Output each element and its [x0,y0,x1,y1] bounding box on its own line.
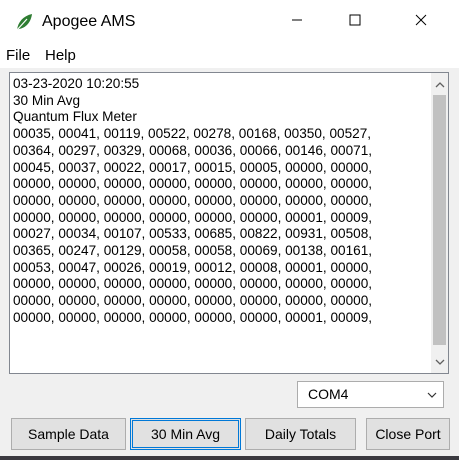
scroll-up-button[interactable] [431,76,448,93]
data-row: 00000, 00000, 00000, 00000, 00000, 00000… [13,276,373,292]
data-row: 00000, 00000, 00000, 00000, 00000, 00000… [13,176,373,192]
data-row: 00000, 00000, 00000, 00000, 00000, 00000… [13,309,373,325]
menu-bar: File Help [0,44,459,68]
app-window: Apogee AMS File Help 03-23-2020 10:20:55… [0,0,459,460]
data-row: 00364, 00297, 00329, 00068, 00036, 00066… [13,142,373,158]
maximize-button[interactable] [326,0,384,44]
chevron-up-icon [435,76,445,94]
chevron-down-icon [435,353,445,371]
maximize-icon [349,13,361,31]
menu-help[interactable]: Help [45,47,76,65]
leaf-icon [14,12,34,32]
data-row: 00000, 00000, 00000, 00000, 00000, 00000… [13,192,373,208]
output-content[interactable]: 03-23-2020 10:20:55 30 Min Avg Quantum F… [13,76,423,327]
background-strip [0,456,459,460]
close-button[interactable] [392,0,450,44]
sensor-line: Quantum Flux Meter [13,109,137,125]
title-bar[interactable]: Apogee AMS [0,0,459,44]
data-row: 00045, 00037, 00022, 00017, 00015, 00005… [13,159,373,175]
close-icon [415,13,427,31]
menu-file[interactable]: File [6,47,30,65]
port-dropdown[interactable]: COM4 [297,381,444,408]
minimize-button[interactable] [268,0,326,44]
daily-totals-button[interactable]: Daily Totals [245,418,356,450]
data-row: 00053, 00047, 00026, 00019, 00012, 00008… [13,259,373,275]
chevron-down-icon [425,388,439,402]
focus-ring [132,420,239,448]
scroll-thumb[interactable] [433,95,446,345]
sample-data-button[interactable]: Sample Data [11,418,126,450]
output-text-area[interactable]: 03-23-2020 10:20:55 30 Min Avg Quantum F… [9,72,449,374]
data-row: 00365, 00247, 00129, 00058, 00058, 00069… [13,243,373,259]
data-row: 00000, 00000, 00000, 00000, 00000, 00000… [13,293,373,309]
minimize-icon [291,13,303,31]
mode-line: 30 Min Avg [13,92,81,108]
avg-30-min-button[interactable]: 30 Min Avg [130,418,241,450]
window-title: Apogee AMS [42,13,136,30]
vertical-scrollbar[interactable] [431,73,448,373]
data-row: 00027, 00034, 00107, 00533, 00685, 00822… [13,226,373,242]
timestamp-line: 03-23-2020 10:20:55 [13,76,140,91]
close-port-button[interactable]: Close Port [366,418,450,450]
data-row: 00035, 00041, 00119, 00522, 00278, 00168… [13,126,372,142]
data-row: 00000, 00000, 00000, 00000, 00000, 00000… [13,209,373,225]
port-selected-value: COM4 [308,386,349,402]
scroll-down-button[interactable] [431,353,448,370]
